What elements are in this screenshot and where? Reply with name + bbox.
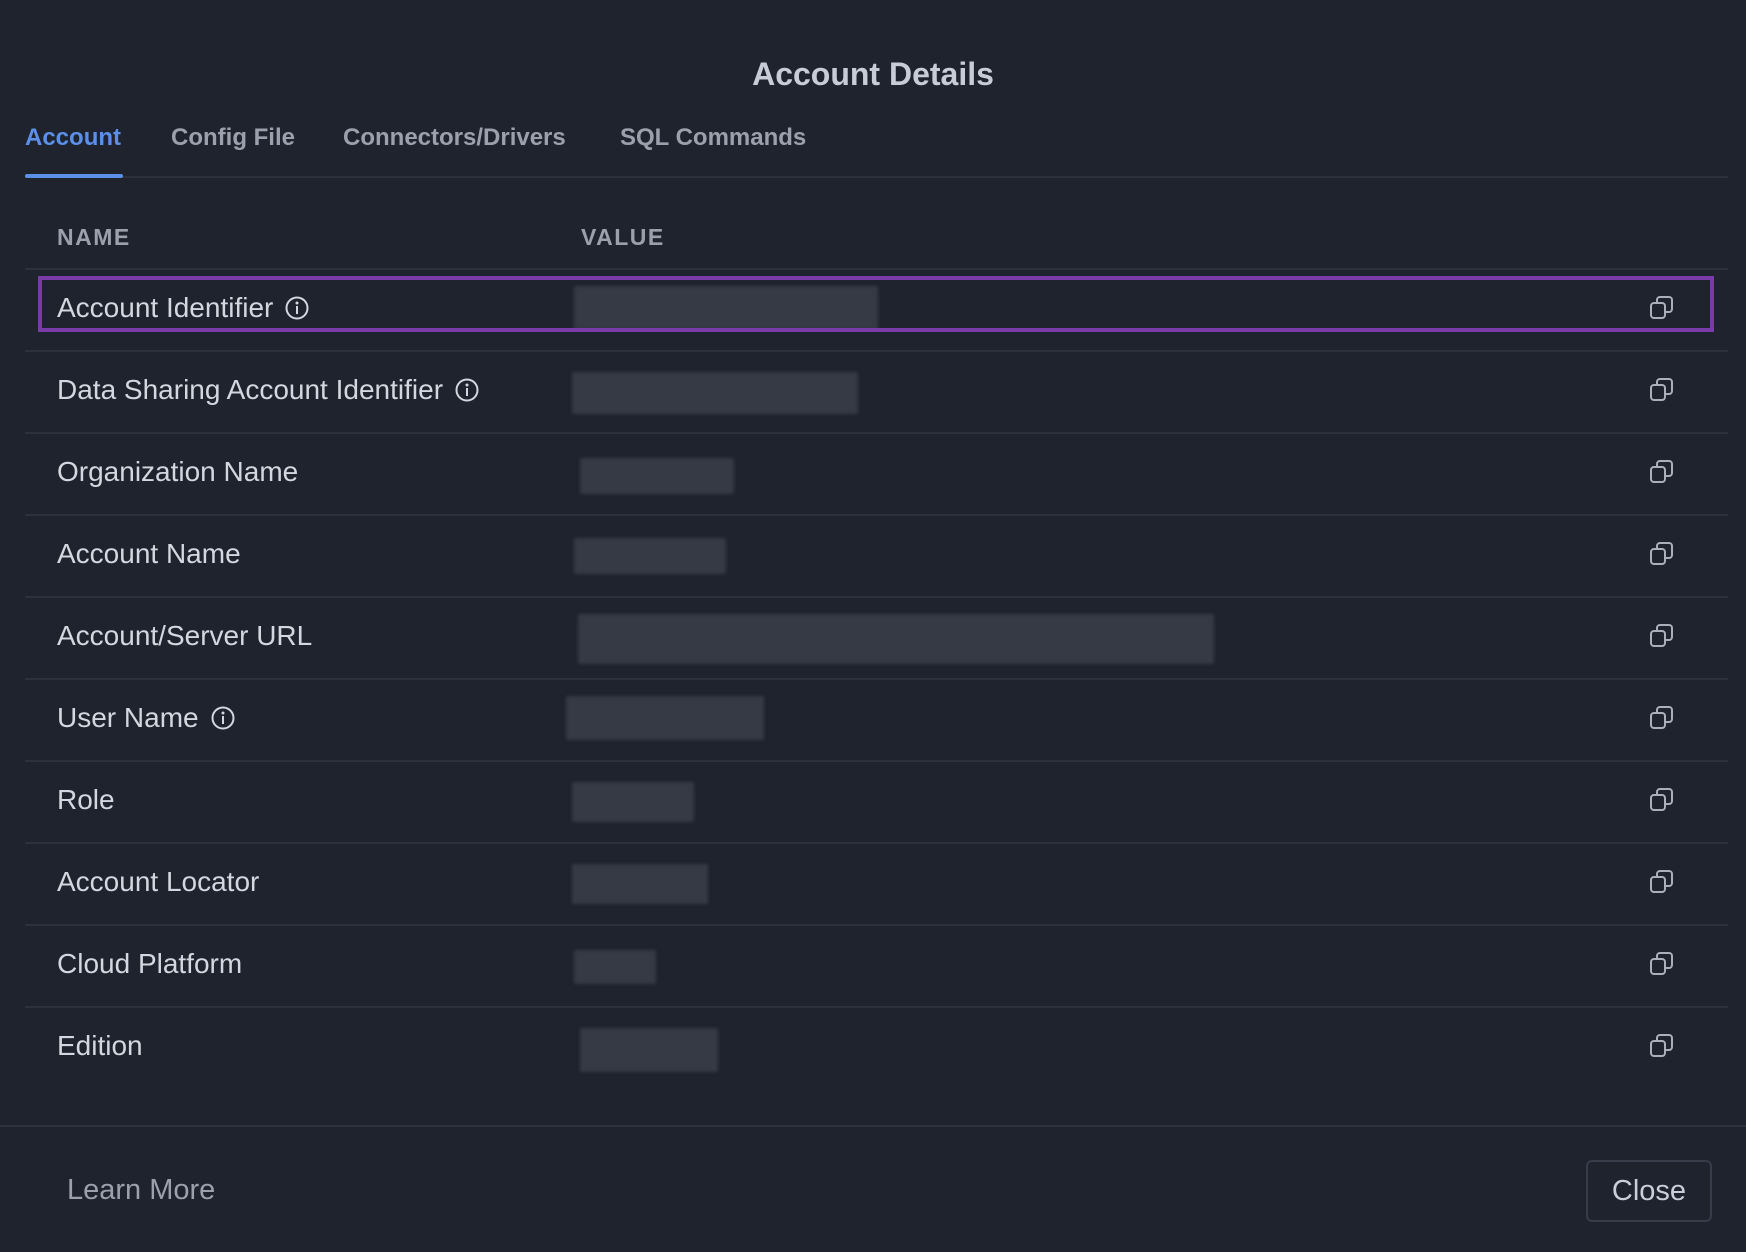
redacted-value <box>572 864 708 904</box>
column-header-name: NAME <box>57 224 131 250</box>
redacted-value <box>572 372 858 414</box>
row-label-text: Account/Server URL <box>57 620 313 651</box>
table-row-account-identifier: Account Identifier <box>25 270 1728 352</box>
redacted-value <box>572 782 694 822</box>
row-label-text: Data Sharing Account Identifier <box>57 374 444 405</box>
account-details-table: Account Identifier Data Sharing Account … <box>25 270 1728 1088</box>
table-row-account-name: Account Name <box>25 516 1728 598</box>
row-label: Role <box>57 784 115 816</box>
table-row-organization-name: Organization Name <box>25 434 1728 516</box>
copy-icon[interactable] <box>1648 950 1676 978</box>
row-label-text: Role <box>57 784 115 815</box>
tab-account[interactable]: Account <box>25 124 121 152</box>
copy-icon[interactable] <box>1648 704 1676 732</box>
dialog-title: Account Details <box>752 56 994 92</box>
redacted-value <box>574 538 726 574</box>
table-header: NAME VALUE <box>25 212 1728 270</box>
row-label-text: Edition <box>57 1030 143 1061</box>
tab-connectors-drivers[interactable]: Connectors/Drivers <box>343 124 566 152</box>
table-row-cloud-platform: Cloud Platform <box>25 926 1728 1008</box>
redacted-value <box>574 286 878 330</box>
table-row-account-server-url: Account/Server URL <box>25 598 1728 680</box>
row-label: Edition <box>57 1030 143 1062</box>
row-label-text: User Name <box>57 702 199 733</box>
table-row-account-locator: Account Locator <box>25 844 1728 926</box>
row-label: Account/Server URL <box>57 620 312 652</box>
tab-sql-commands[interactable]: SQL Commands <box>620 124 806 152</box>
copy-icon[interactable] <box>1648 294 1676 322</box>
copy-icon[interactable] <box>1648 622 1676 650</box>
account-details-dialog: Account Details Account Config File Conn… <box>0 0 1746 1252</box>
redacted-value <box>580 458 734 494</box>
copy-icon[interactable] <box>1648 786 1676 814</box>
row-label: Organization Name <box>57 456 298 488</box>
row-label: Account Locator <box>57 866 259 898</box>
tab-config-file[interactable]: Config File <box>171 124 295 152</box>
tab-bar: Account Config File Connectors/Drivers S… <box>25 118 1728 178</box>
info-icon[interactable] <box>210 705 236 731</box>
copy-icon[interactable] <box>1648 868 1676 896</box>
copy-icon[interactable] <box>1648 540 1676 568</box>
copy-icon[interactable] <box>1648 376 1676 404</box>
redacted-value <box>580 1028 718 1072</box>
redacted-value <box>574 950 656 984</box>
row-label: Cloud Platform <box>57 948 242 980</box>
table-row-role: Role <box>25 762 1728 844</box>
active-tab-indicator <box>25 174 123 178</box>
table-row-data-sharing-account-identifier: Data Sharing Account Identifier <box>25 352 1728 434</box>
copy-icon[interactable] <box>1648 458 1676 486</box>
row-label-text: Account Name <box>57 538 241 569</box>
row-label-text: Cloud Platform <box>57 948 243 979</box>
close-button[interactable]: Close <box>1586 1160 1712 1222</box>
column-header-value: VALUE <box>581 224 665 250</box>
redacted-value <box>578 614 1214 664</box>
row-label-text: Account Identifier <box>57 292 274 323</box>
row-label: Data Sharing Account Identifier <box>57 374 480 406</box>
row-label: Account Identifier <box>57 292 310 324</box>
row-label-text: Account Locator <box>57 866 260 897</box>
learn-more-link[interactable]: Learn More <box>67 1174 215 1207</box>
row-label-text: Organization Name <box>57 456 299 487</box>
table-row-edition: Edition <box>25 1008 1728 1088</box>
info-icon[interactable] <box>284 295 310 321</box>
row-label: Account Name <box>57 538 241 570</box>
copy-icon[interactable] <box>1648 1032 1676 1060</box>
info-icon[interactable] <box>454 377 480 403</box>
row-label: User Name <box>57 702 236 734</box>
table-row-user-name: User Name <box>25 680 1728 762</box>
redacted-value <box>566 696 764 740</box>
dialog-footer: Learn More Close <box>0 1125 1746 1252</box>
